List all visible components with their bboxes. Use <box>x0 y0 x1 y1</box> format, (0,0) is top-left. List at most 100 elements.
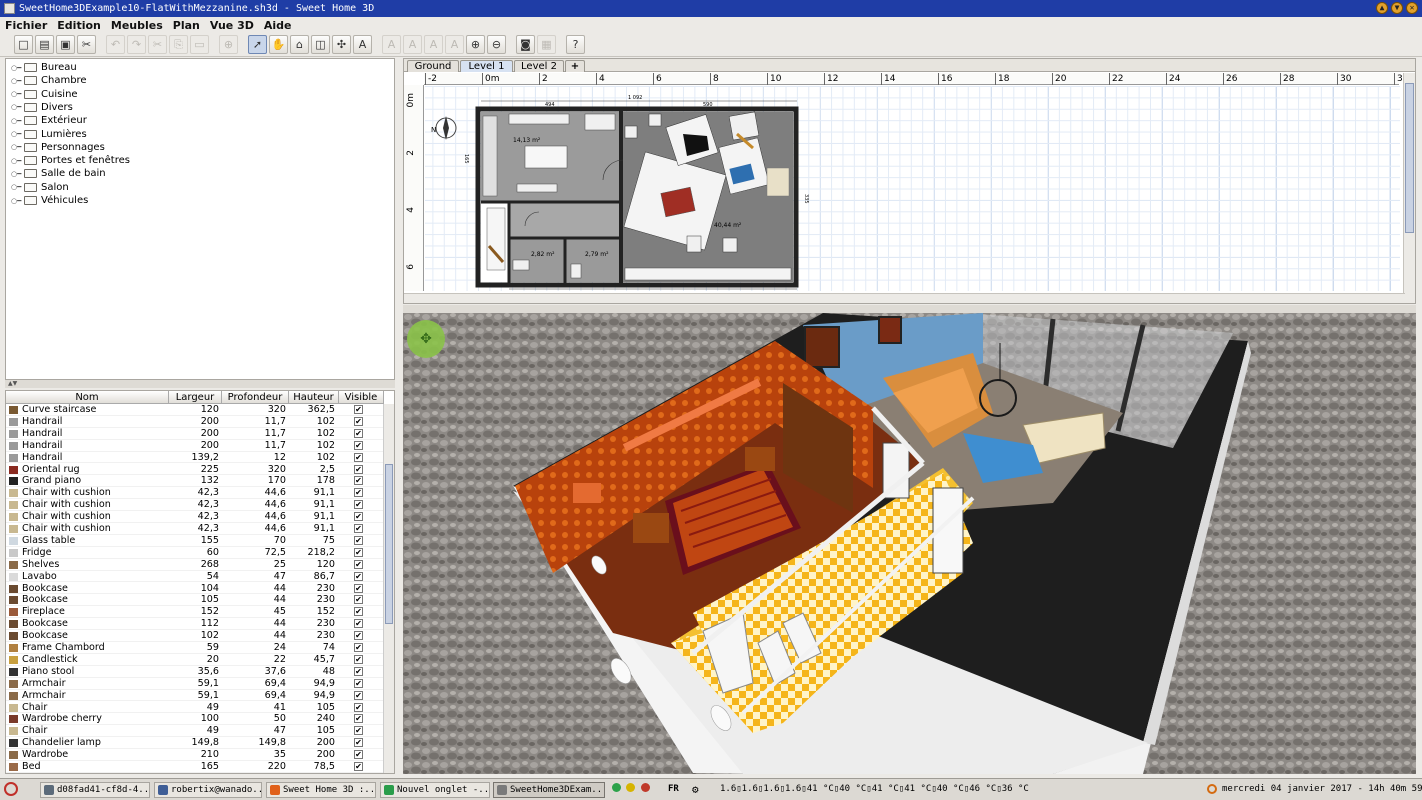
start-menu-icon[interactable] <box>4 782 18 796</box>
expand-icon[interactable]: ○━ <box>11 64 21 72</box>
column-header-name[interactable]: Nom <box>6 391 169 404</box>
table-row[interactable]: Bookcase 105 44 230 ✔ <box>6 594 384 607</box>
pan-button[interactable]: ✋ <box>269 35 288 54</box>
table-row[interactable]: Frame Chambord 59 24 74 ✔ <box>6 642 384 654</box>
tray-icons[interactable] <box>612 783 650 797</box>
cut-button[interactable]: ✂ <box>148 35 167 54</box>
catalog-category[interactable]: ○━ Divers <box>6 101 73 114</box>
catalog-splitter[interactable]: ▲▼ <box>5 380 395 388</box>
tab-ground[interactable]: Ground <box>407 60 459 72</box>
catalog-category[interactable]: ○━ Cuisine <box>6 88 78 101</box>
visible-checkbox[interactable]: ✔ <box>354 583 363 593</box>
catalog-category[interactable]: ○━ Personnages <box>6 141 105 154</box>
taskbar-task[interactable]: Nouvel onglet -... <box>380 782 490 798</box>
table-row[interactable]: Bed 165 220 78,5 ✔ <box>6 761 384 773</box>
visible-checkbox[interactable]: ✔ <box>354 428 363 438</box>
table-row[interactable]: Handrail 200 11,7 102 ✔ <box>6 440 384 452</box>
table-row[interactable]: Chair with cushion 42,3 44,6 91,1 ✔ <box>6 487 384 500</box>
visible-checkbox[interactable]: ✔ <box>354 416 363 426</box>
table-row[interactable]: Oriental rug 225 320 2,5 ✔ <box>6 464 384 476</box>
visible-checkbox[interactable]: ✔ <box>354 762 363 771</box>
expand-icon[interactable]: ○━ <box>11 77 21 85</box>
table-row[interactable]: Curve staircase 120 320 362,5 ✔ <box>6 404 384 416</box>
table-row[interactable]: Armchair 59,1 69,4 94,9 ✔ <box>6 678 384 690</box>
menu-fichier[interactable]: Fichier <box>0 19 52 32</box>
visible-checkbox[interactable]: ✔ <box>354 619 363 629</box>
table-row[interactable]: Chair with cushion 42,3 44,6 91,1 ✔ <box>6 499 384 512</box>
visible-checkbox[interactable]: ✔ <box>354 678 363 688</box>
catalog-category[interactable]: ○━ Véhicules <box>6 194 88 207</box>
catalog-category[interactable]: ○━ Lumières <box>6 128 87 141</box>
increase-text-button[interactable]: A <box>382 35 401 54</box>
table-row[interactable]: Fireplace 152 45 152 ✔ <box>6 606 384 619</box>
visible-checkbox[interactable]: ✔ <box>354 512 363 522</box>
visible-checkbox[interactable]: ✔ <box>354 595 363 605</box>
table-row[interactable]: Wardrobe 210 35 200 ✔ <box>6 749 384 761</box>
visible-checkbox[interactable]: ✔ <box>354 750 363 760</box>
catalog-category[interactable]: ○━ Salle de bain <box>6 167 106 180</box>
plan-view[interactable]: Ground Level 1 Level 2 + -2 0m 2 4 6 8 10 12 14 1… <box>403 58 1416 304</box>
close-button[interactable]: ✕ <box>1406 2 1418 14</box>
menu-meubles[interactable]: Meubles <box>106 19 168 32</box>
select-button[interactable]: ➚ <box>248 35 267 54</box>
minimize-button[interactable]: ▲ <box>1376 2 1388 14</box>
plan-grid[interactable]: N 1 092 494 590 165 335 192 191 590 <box>425 86 1400 291</box>
catalog-category[interactable]: ○━ Portes et fenêtres <box>6 154 130 167</box>
help-button[interactable]: ? <box>566 35 585 54</box>
table-row[interactable]: Handrail 200 11,7 102 ✔ <box>6 428 384 440</box>
expand-icon[interactable]: ○━ <box>11 103 21 111</box>
visible-checkbox[interactable]: ✔ <box>354 654 363 664</box>
table-row[interactable]: Handrail 139,2 12 102 ✔ <box>6 452 384 464</box>
open-button[interactable]: ▤ <box>35 35 54 54</box>
table-row[interactable]: Bookcase 112 44 230 ✔ <box>6 618 384 631</box>
visible-checkbox[interactable]: ✔ <box>354 690 363 700</box>
visible-checkbox[interactable]: ✔ <box>354 643 363 652</box>
expand-icon[interactable]: ○━ <box>11 157 21 165</box>
catalog-category[interactable]: ○━ Salon <box>6 181 69 194</box>
menu-vue3d[interactable]: Vue 3D <box>205 19 259 32</box>
visible-checkbox[interactable]: ✔ <box>354 524 363 533</box>
tab-level-2[interactable]: Level 2 <box>514 60 564 72</box>
taskbar-task[interactable]: Sweet Home 3D :... <box>266 782 376 798</box>
menu-plan[interactable]: Plan <box>168 19 205 32</box>
table-row[interactable]: Wardrobe cherry 100 50 240 ✔ <box>6 713 384 726</box>
table-row[interactable]: Bookcase 102 44 230 ✔ <box>6 630 384 642</box>
visible-checkbox[interactable]: ✔ <box>354 726 363 736</box>
create-rooms-button[interactable]: ◫ <box>311 35 330 54</box>
menu-aide[interactable]: Aide <box>259 19 297 32</box>
visible-checkbox[interactable]: ✔ <box>354 476 363 486</box>
expand-icon[interactable]: ○━ <box>11 197 21 205</box>
visible-checkbox[interactable]: ✔ <box>354 464 363 474</box>
menu-edition[interactable]: Edition <box>52 19 106 32</box>
visible-checkbox[interactable]: ✔ <box>354 666 363 676</box>
save-button[interactable]: ▣ <box>56 35 75 54</box>
visible-checkbox[interactable]: ✔ <box>354 702 363 712</box>
tab-level-1[interactable]: Level 1 <box>460 60 513 72</box>
column-header-height[interactable]: Hauteur <box>289 391 339 404</box>
catalog-category[interactable]: ○━ Bureau <box>6 61 77 74</box>
taskbar-task[interactable]: robertix@wanado... <box>154 782 262 798</box>
copy-button[interactable]: ⎘ <box>169 35 188 54</box>
bold-text-button[interactable]: A <box>424 35 443 54</box>
preferences-button[interactable]: ✂ <box>77 35 96 54</box>
visible-checkbox[interactable]: ✔ <box>354 405 363 414</box>
table-row[interactable]: Handrail 200 11,7 102 ✔ <box>6 416 384 428</box>
expand-icon[interactable]: ○━ <box>11 143 21 151</box>
table-row[interactable]: Grand piano 132 170 178 ✔ <box>6 475 384 488</box>
create-video-button[interactable]: ▦ <box>537 35 556 54</box>
table-row[interactable]: Fridge 60 72,5 218,2 ✔ <box>6 547 384 559</box>
undo-button[interactable]: ↶ <box>106 35 125 54</box>
visible-checkbox[interactable]: ✔ <box>354 559 363 569</box>
create-polylines-button[interactable]: ✣ <box>332 35 351 54</box>
column-header-depth[interactable]: Profondeur <box>222 391 289 404</box>
search-icon[interactable] <box>1207 784 1217 794</box>
catalog-category[interactable]: ○━ Extérieur <box>6 114 87 127</box>
visible-checkbox[interactable]: ✔ <box>354 488 363 498</box>
catalog-category[interactable]: ○━ Chambre <box>6 74 87 87</box>
redo-button[interactable]: ↷ <box>127 35 146 54</box>
table-row[interactable]: Lavabo 54 47 86,7 ✔ <box>6 571 384 583</box>
furniture-table-scrollbar[interactable] <box>383 404 394 773</box>
visible-checkbox[interactable]: ✔ <box>354 535 363 545</box>
visible-checkbox[interactable]: ✔ <box>354 631 363 641</box>
table-row[interactable]: Armchair 59,1 69,4 94,9 ✔ <box>6 690 384 702</box>
